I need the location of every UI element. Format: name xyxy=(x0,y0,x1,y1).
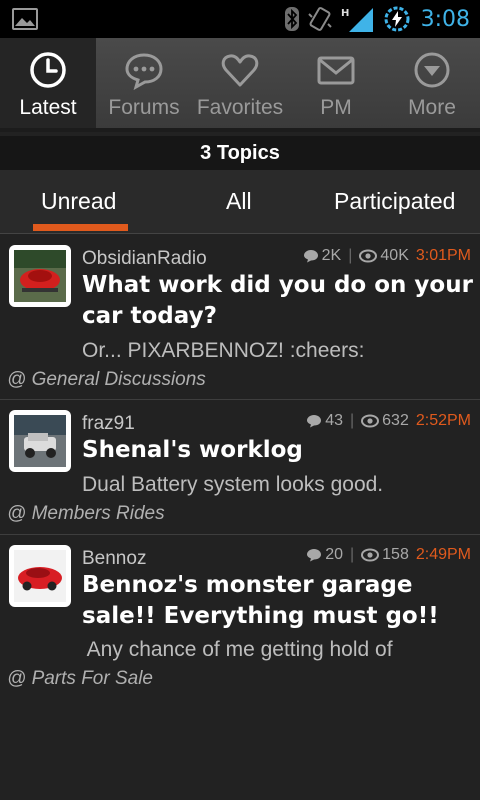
stats-divider: | xyxy=(350,412,355,429)
topic-time: 2:49PM xyxy=(415,546,471,563)
views-icon xyxy=(361,414,380,428)
topic-stats: 43 | 632 2:52PM xyxy=(306,412,471,430)
replies-icon xyxy=(307,549,322,562)
picture-icon xyxy=(12,8,38,30)
topic-list-item[interactable]: fraz91 43 | 632 2:52PM Shenal's worklog … xyxy=(0,400,480,535)
topic-time: 2:52PM xyxy=(415,412,471,429)
filter-tab-all[interactable]: All xyxy=(226,188,252,215)
vibrate-icon xyxy=(307,7,332,31)
tab-more[interactable]: More xyxy=(384,38,480,128)
main-tab-bar: Latest Forums Favorites PM More xyxy=(0,38,480,132)
tab-label: Forums xyxy=(108,96,180,119)
reply-count: 43 xyxy=(325,412,343,429)
topic-title[interactable]: Shenal's worklog xyxy=(82,435,474,466)
svg-text:H: H xyxy=(341,8,349,19)
tab-pm[interactable]: PM xyxy=(288,38,384,128)
battery-charging-icon xyxy=(384,6,410,32)
view-count: 632 xyxy=(382,412,409,429)
chat-bubble-icon xyxy=(125,53,163,90)
topic-stats: 2K | 40K 3:01PM xyxy=(303,247,471,265)
topic-time: 3:01PM xyxy=(415,247,471,264)
clock-icon xyxy=(30,52,66,88)
topic-list-item[interactable]: Bennoz 20 | 158 2:49PM Bennoz's monster … xyxy=(0,535,480,695)
view-count: 40K xyxy=(380,247,409,264)
reply-count: 20 xyxy=(325,546,343,563)
tab-label: Latest xyxy=(19,96,77,119)
stats-divider: | xyxy=(348,247,353,264)
active-filter-indicator xyxy=(33,224,128,231)
tab-latest[interactable]: Latest xyxy=(0,38,96,128)
topic-author: Bennoz xyxy=(82,548,147,569)
tab-favorites[interactable]: Favorites xyxy=(192,38,288,128)
tab-label: PM xyxy=(320,96,352,119)
topic-forum[interactable]: @ Parts For Sale xyxy=(7,668,153,690)
filter-tabs: Unread All Participated xyxy=(0,170,480,234)
topic-forum[interactable]: @ General Discussions xyxy=(7,369,206,391)
topic-thumbnail xyxy=(9,545,71,607)
topic-preview: Dual Battery system looks good. xyxy=(82,473,384,496)
chevron-down-circle-icon xyxy=(414,52,450,88)
filter-tab-participated[interactable]: Participated xyxy=(334,188,455,215)
topic-title[interactable]: What work did you do on your car today? xyxy=(82,270,474,332)
tab-label: Favorites xyxy=(196,96,284,119)
replies-icon xyxy=(303,250,318,263)
tab-label: More xyxy=(408,96,456,119)
signal-icon: H xyxy=(341,8,373,32)
views-icon xyxy=(361,548,380,562)
envelope-icon xyxy=(317,56,355,85)
topic-thumbnail xyxy=(9,410,71,472)
topic-author: ObsidianRadio xyxy=(82,248,207,269)
reply-count: 2K xyxy=(321,247,342,264)
replies-icon xyxy=(307,415,322,428)
topic-count: 3 Topics xyxy=(0,136,480,170)
topic-forum[interactable]: @ Members Rides xyxy=(7,503,165,525)
tab-forums[interactable]: Forums xyxy=(96,38,192,128)
topic-preview: Or... PIXARBENNOZ! :cheers: xyxy=(82,339,365,362)
stats-divider: | xyxy=(350,546,355,563)
bluetooth-icon xyxy=(284,7,299,31)
heart-icon xyxy=(221,54,259,87)
status-time: 3:08 xyxy=(420,6,470,32)
filter-tab-unread[interactable]: Unread xyxy=(41,188,116,215)
topic-preview: Any chance of me getting hold of xyxy=(82,638,393,661)
topic-author: fraz91 xyxy=(82,413,135,434)
views-icon xyxy=(359,249,378,263)
topic-thumbnail xyxy=(9,245,71,307)
status-bar: H 3:08 xyxy=(0,0,480,38)
topic-list-item[interactable]: ObsidianRadio 2K | 40K 3:01PM What work … xyxy=(0,235,480,400)
topic-stats: 20 | 158 2:49PM xyxy=(306,546,471,564)
topic-title[interactable]: Bennoz's monster garage sale!! Everythin… xyxy=(82,570,474,632)
view-count: 158 xyxy=(382,546,409,563)
